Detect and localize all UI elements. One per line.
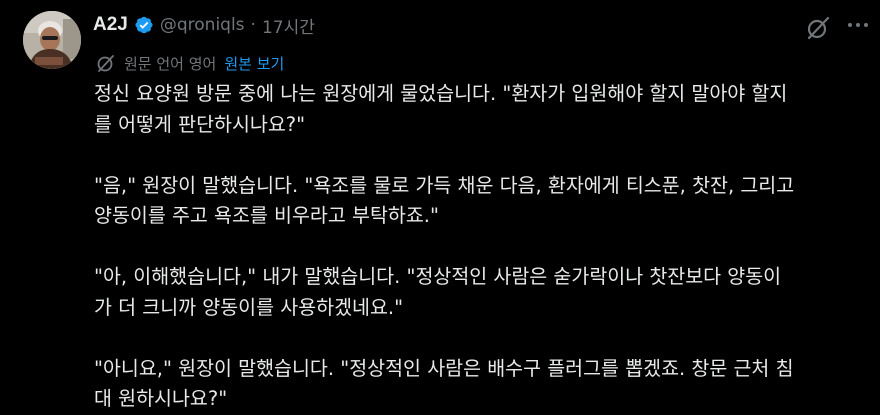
- post-text-line: "아니요," 원장이 말했습니다. "정상적인 사람은 배수구 플러그를 뽑겠죠…: [94, 356, 794, 380]
- post-text-line: 양동이를 주고 욕조를 비우라고 부탁하죠.": [94, 204, 439, 227]
- post-header: A2J @qroniqls · 17시간: [93, 11, 315, 39]
- post-text-line: 대 원하시나요?": [94, 387, 228, 410]
- post-time[interactable]: 17시간: [262, 13, 315, 38]
- translation-label: 원문 언어 영어: [124, 54, 217, 73]
- author-handle[interactable]: @qroniqls: [160, 15, 245, 35]
- more-dots-icon[interactable]: [847, 20, 869, 30]
- translate-icon: [97, 55, 114, 72]
- post-text-line: "아, 이해했습니다," 내가 말했습니다. "정상적인 사람은 숟가락이나 찻…: [94, 265, 782, 288]
- post-text: 정신 요양원 방문 중에 나는 원장에게 물었습니다. "환자가 입원해야 할지…: [94, 79, 874, 415]
- post-text-line: 를 어떻게 판단하시나요?": [94, 112, 306, 136]
- avatar[interactable]: [23, 11, 81, 69]
- author-name[interactable]: A2J: [93, 14, 128, 36]
- grok-slash-icon[interactable]: [805, 15, 831, 41]
- translation-row: 원문 언어 영어 원본 보기: [96, 50, 284, 76]
- post-text-line: 정신 요양원 방문 중에 나는 원장에게 물었습니다. "환자가 입원해야 할지…: [94, 82, 788, 105]
- post-text-line: "음," 원장이 말했습니다. "욕조를 물로 가득 채운 다음, 환자에게 티…: [94, 173, 795, 197]
- verified-badge-icon[interactable]: [134, 15, 154, 35]
- show-original-link[interactable]: 원본 보기: [224, 53, 284, 74]
- separator-dot: ·: [250, 15, 256, 35]
- post-text-line: 가 더 크니까 양동이를 사용하겠네요.": [94, 295, 404, 319]
- avatar-photo: [23, 11, 81, 69]
